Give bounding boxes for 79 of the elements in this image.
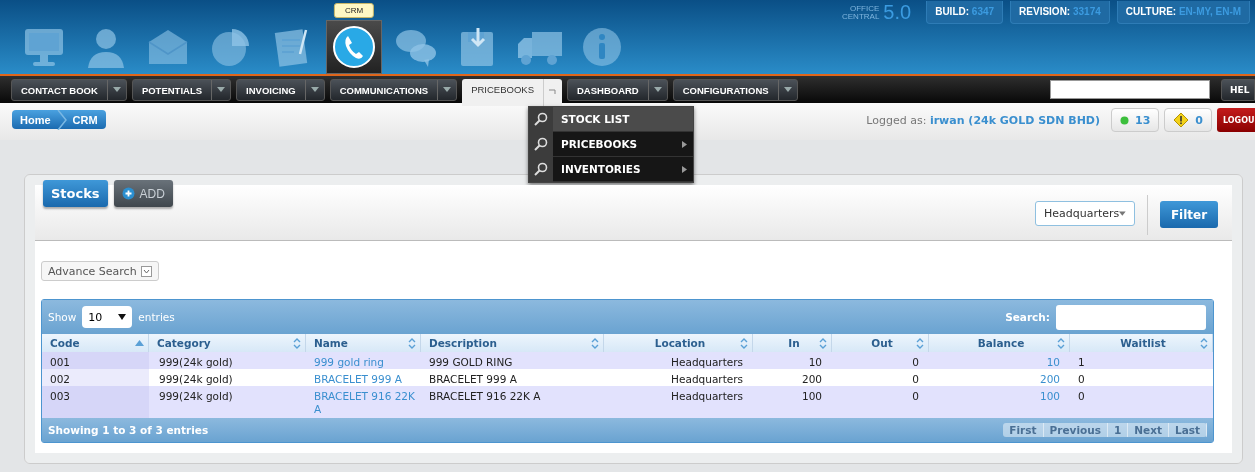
breadcrumb-link[interactable]: CRM [72, 113, 98, 126]
phone-icon [332, 25, 376, 69]
caret-icon [443, 86, 452, 93]
table-cell-text: 0 [911, 372, 920, 386]
caret-icon [653, 86, 662, 93]
table-cell-text: 0 [1077, 372, 1086, 386]
table-info: Showing 1 to 3 of 3 entries [48, 424, 209, 436]
table-search-field[interactable] [1056, 304, 1206, 330]
menu-item[interactable]: STOCK LIST [529, 107, 693, 132]
table-cell-text: Headquarters [670, 355, 744, 369]
caret-icon [217, 86, 226, 93]
panel-tab[interactable]: Stocks [43, 180, 108, 207]
menu-tab[interactable]: POTENTIALS [131, 78, 232, 101]
table-cell-text: 999 GOLD RING [428, 355, 514, 369]
monitor-icon [22, 26, 66, 68]
table-cell: 001 [42, 352, 149, 369]
info-badge: BUILD: 6347 [926, 1, 1004, 24]
logout-button[interactable]: LOGOU [1217, 108, 1255, 132]
menu-tab[interactable]: COMMUNICATIONS [329, 78, 458, 101]
table-cell-text: BRACELET 916 22K A [428, 389, 542, 404]
table-cell-text: Headquarters [670, 389, 744, 404]
tooltip: CRM [333, 3, 375, 18]
table-cell-text: 200 [800, 372, 823, 386]
chevron-icon [56, 109, 67, 130]
info-icon [580, 26, 624, 68]
menu-tab[interactable]: DASHBOARD [567, 78, 668, 101]
caret-icon [112, 86, 121, 93]
table-link[interactable]: 999 gold ring [314, 356, 417, 369]
warning-icon [1173, 112, 1190, 128]
info-badge: REVISION: 33174 [1010, 1, 1110, 24]
table-cell-text: BRACELET 999 A [428, 372, 518, 386]
status-badge[interactable]: 13 [1111, 108, 1160, 132]
table-cell-text: 999(24k gold) [158, 389, 234, 404]
menu-item[interactable]: PRICEBOOKS [529, 132, 693, 157]
search-icon [534, 137, 548, 151]
table-cell-text: 100 [800, 389, 823, 404]
menu-tab[interactable]: CONFIGURATIONS [672, 78, 798, 101]
caret-icon [118, 313, 127, 321]
page-size-select[interactable]: 10 [82, 306, 133, 328]
panel-tab[interactable]: ADD [113, 180, 173, 207]
search-icon [534, 112, 548, 126]
breadcrumb-link[interactable]: Home [20, 113, 51, 126]
table-cell: 002 [42, 369, 149, 386]
advance-search-button[interactable]: Advance Search [41, 261, 159, 281]
show-label: Show [48, 311, 77, 323]
table-cell: 003 [42, 386, 149, 418]
location-select[interactable]: Headquarters [1035, 201, 1135, 226]
table-link[interactable]: BRACELET 999 A [314, 373, 417, 386]
help-button[interactable]: HEL [1221, 78, 1255, 101]
table-cell-text: Headquarters [670, 372, 744, 386]
product-name: OFFICE CENTRAL [842, 4, 880, 21]
table-link[interactable]: 200 [933, 373, 1060, 386]
search-field[interactable] [1050, 80, 1210, 99]
search-icon [534, 162, 548, 176]
caret-icon [310, 86, 319, 93]
table-cell-text: 1 [1077, 355, 1086, 369]
info-badge: CULTURE: EN-MY, EN-M [1116, 1, 1251, 24]
menu-tab[interactable]: PRICEBOOKS [462, 78, 562, 106]
table-cell-text: 999(24k gold) [158, 355, 234, 369]
status-badge[interactable]: 0 [1164, 108, 1212, 132]
table-cell-text: 999(24k gold) [158, 372, 234, 386]
table-cell-text: 0 [911, 355, 920, 369]
caret-icon [1119, 210, 1126, 217]
table-cell-text: 0 [1077, 389, 1086, 404]
table-cell-text: 0 [911, 389, 920, 404]
caret-icon [783, 86, 792, 93]
product-version: 5.0 [883, 1, 912, 24]
menu-tab[interactable]: CONTACT BOOK [11, 78, 127, 101]
search-label: Search: [1005, 311, 1050, 323]
plus-icon [121, 187, 135, 200]
caret-icon [140, 265, 152, 277]
table-cell-text: 10 [807, 355, 823, 369]
caret-icon [549, 89, 557, 95]
logged-in-user: Logged as: irwan (24k GOLD SDN BHD) [866, 114, 1101, 127]
menu-tab[interactable]: INVOICING [236, 78, 325, 101]
status-dot-icon [1120, 115, 1130, 125]
entries-label: entries [138, 311, 175, 323]
filter-button[interactable]: Filter [1160, 201, 1218, 228]
menu-item[interactable]: INVENTORIES [529, 157, 693, 182]
